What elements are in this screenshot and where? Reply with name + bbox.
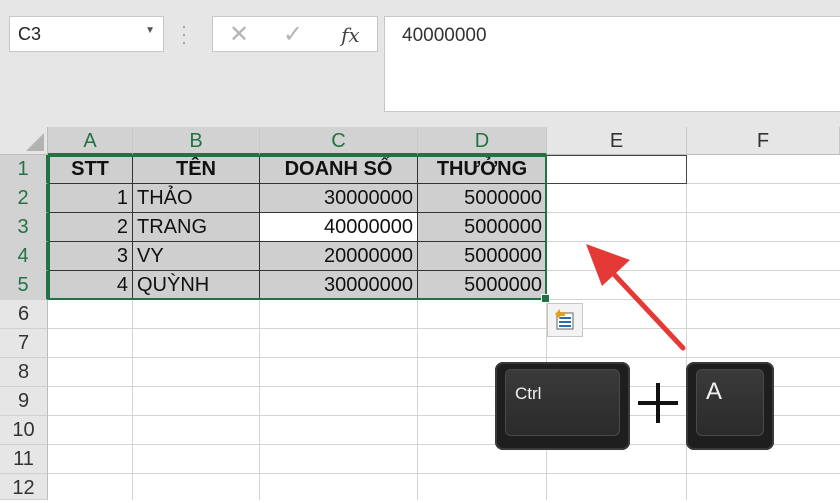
- formula-bar-area: C3 ▼ · · · ✕ ✓ fx 40000000: [0, 0, 840, 127]
- row-header-10[interactable]: 10: [0, 416, 48, 445]
- row-header-7[interactable]: 7: [0, 329, 48, 358]
- row-header-6[interactable]: 6: [0, 300, 48, 329]
- table-cell[interactable]: 5000000: [418, 271, 547, 300]
- select-all-button[interactable]: [0, 127, 48, 155]
- red-arrow: [586, 244, 686, 351]
- table-cell[interactable]: 5000000: [418, 184, 547, 213]
- table-cell[interactable]: 3: [48, 242, 133, 271]
- cell-e1[interactable]: [547, 155, 687, 184]
- plus-icon: [638, 383, 678, 423]
- name-box-value: C3: [18, 24, 42, 44]
- table-cell[interactable]: THẢO: [133, 184, 260, 213]
- column-header-f[interactable]: F: [687, 127, 840, 155]
- cancel-x-icon[interactable]: ✕: [229, 20, 249, 49]
- ctrl-key-label: Ctrl: [515, 384, 542, 403]
- table-header-stt[interactable]: STT: [48, 155, 133, 184]
- table-header-doanh-so[interactable]: DOANH SỐ: [260, 155, 418, 184]
- formula-input[interactable]: 40000000: [384, 16, 840, 112]
- a-key: A: [686, 362, 774, 450]
- column-header-c[interactable]: C: [260, 127, 418, 155]
- a-key-label: A: [706, 378, 723, 405]
- row-header-12[interactable]: 12: [0, 474, 48, 500]
- column-header-b[interactable]: B: [133, 127, 260, 155]
- column-header-a[interactable]: A: [48, 127, 133, 155]
- formula-buttons: ✕ ✓ fx: [212, 16, 378, 52]
- row-header-3[interactable]: 3: [0, 213, 48, 242]
- row-header-4[interactable]: 4: [0, 242, 48, 271]
- row-header-5[interactable]: 5: [0, 271, 48, 300]
- row-header-8[interactable]: 8: [0, 358, 48, 387]
- table-header-ten[interactable]: TÊN: [133, 155, 260, 184]
- name-box[interactable]: C3 ▼: [9, 16, 164, 52]
- enter-check-icon[interactable]: ✓: [283, 20, 303, 49]
- row-header-11[interactable]: 11: [0, 445, 48, 474]
- table-cell[interactable]: 5000000: [418, 242, 547, 271]
- fill-handle[interactable]: [541, 294, 550, 303]
- active-cell-c3[interactable]: 40000000: [260, 213, 418, 242]
- row-header-2[interactable]: 2: [0, 184, 48, 213]
- table-header-thuong[interactable]: THƯỞNG: [418, 155, 547, 184]
- table-cell[interactable]: 20000000: [260, 242, 418, 271]
- drag-handle-icon[interactable]: · · ·: [181, 17, 187, 51]
- table-cell[interactable]: 2: [48, 213, 133, 242]
- table-cell[interactable]: QUỲNH: [133, 271, 260, 300]
- row-header-9[interactable]: 9: [0, 387, 48, 416]
- column-header-d[interactable]: D: [418, 127, 547, 155]
- column-header-e[interactable]: E: [547, 127, 687, 155]
- table-cell[interactable]: 4: [48, 271, 133, 300]
- table-cell[interactable]: VY: [133, 242, 260, 271]
- quick-analysis-icon[interactable]: [547, 303, 583, 337]
- function-fx-icon[interactable]: fx: [341, 23, 360, 47]
- table-cell[interactable]: 30000000: [260, 184, 418, 213]
- table-cell[interactable]: 5000000: [418, 213, 547, 242]
- ctrl-key: Ctrl: [495, 362, 630, 450]
- row-header-1[interactable]: 1: [0, 155, 48, 184]
- formula-value: 40000000: [402, 25, 487, 46]
- table-cell[interactable]: TRANG: [133, 213, 260, 242]
- dropdown-arrow-icon[interactable]: ▼: [145, 25, 155, 36]
- table-cell[interactable]: 1: [48, 184, 133, 213]
- table-cell[interactable]: 30000000: [260, 271, 418, 300]
